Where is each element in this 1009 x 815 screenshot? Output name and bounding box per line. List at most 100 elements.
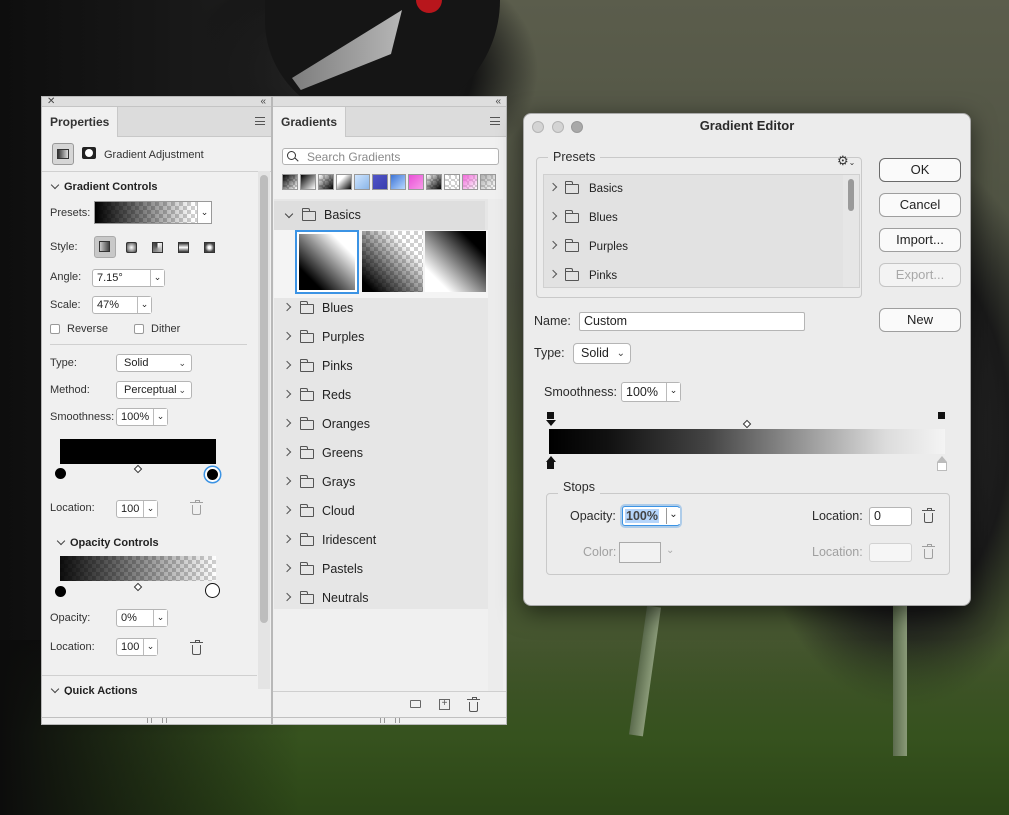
collapse-panel-icon[interactable]: « [260, 97, 266, 107]
group-iridescent[interactable]: Iridescent [274, 526, 485, 555]
properties-scrollbar[interactable] [258, 171, 270, 689]
opacity-stop-right[interactable] [205, 583, 220, 598]
mask-icon[interactable] [80, 143, 100, 165]
color-stop-left[interactable] [547, 462, 554, 469]
recent-gradient-swatch[interactable] [300, 174, 316, 190]
cancel-button[interactable]: Cancel [879, 193, 961, 217]
opacity-gradient-preview[interactable] [60, 556, 216, 581]
color-stop-left[interactable] [55, 468, 66, 479]
recent-gradient-swatch[interactable] [336, 174, 352, 190]
midpoint-diamond[interactable] [742, 419, 752, 429]
gradient-foreground-to-transparent[interactable] [362, 231, 423, 292]
recent-gradient-swatch[interactable] [462, 174, 478, 190]
preset-folder-pinks[interactable]: Pinks [548, 262, 830, 287]
group-reds[interactable]: Reds [274, 381, 485, 410]
presets-scrollbar[interactable] [843, 175, 859, 287]
recent-gradient-swatch[interactable] [426, 174, 442, 190]
group-pastels[interactable]: Pastels [274, 555, 485, 584]
resize-grip[interactable] [380, 718, 400, 723]
tab-properties[interactable]: Properties [42, 107, 119, 137]
type-select[interactable]: Solid ⌄ [116, 354, 192, 372]
collapse-panel-icon[interactable]: « [495, 97, 501, 107]
method-select[interactable]: Perceptual ⌄ [116, 381, 192, 399]
group-neutrals[interactable]: Neutrals [274, 584, 485, 613]
chevron-down-icon[interactable]: ⌄ [666, 545, 674, 556]
presets-dropdown-chevron[interactable]: ⌄ [197, 202, 211, 223]
radial-style-button[interactable] [121, 237, 141, 257]
new-button[interactable]: New [879, 308, 961, 332]
recent-gradient-swatch[interactable] [444, 174, 460, 190]
stop-color-location-field[interactable] [869, 543, 912, 562]
close-panel-icon[interactable]: ✕ [47, 97, 55, 107]
linear-style-button[interactable] [94, 236, 116, 258]
scale-dropdown-chevron[interactable]: ⌄ [137, 297, 151, 313]
opacity-stop-left[interactable] [55, 586, 66, 597]
preset-folder-blues[interactable]: Blues [548, 204, 830, 232]
panel-menu-icon[interactable] [255, 117, 265, 125]
recent-gradient-swatch[interactable] [372, 174, 388, 190]
import-button[interactable]: Import... [879, 228, 961, 252]
smoothness-dropdown-chevron[interactable]: ⌄ [666, 383, 680, 401]
recent-gradient-swatch[interactable] [282, 174, 298, 190]
midpoint-diamond[interactable] [133, 464, 143, 474]
group-greens[interactable]: Greens [274, 439, 485, 468]
reflected-style-button[interactable] [173, 237, 193, 257]
opacity-midpoint-diamond[interactable] [133, 582, 143, 592]
gradients-scrollbar[interactable] [488, 199, 503, 691]
quick-actions-header[interactable]: Quick Actions [50, 685, 138, 695]
group-blues[interactable]: Blues [274, 294, 485, 323]
opacity-stop-right[interactable] [938, 412, 945, 419]
reverse-checkbox[interactable] [50, 324, 60, 334]
delete-opacity-stop-icon[interactable] [922, 508, 935, 523]
group-oranges[interactable]: Oranges [274, 410, 485, 439]
delete-color-stop-icon[interactable] [922, 544, 935, 559]
new-group-folder-icon[interactable] [410, 700, 421, 708]
delete-gradient-icon[interactable] [467, 697, 480, 712]
opacity-stop-left-selected[interactable] [547, 412, 554, 419]
preset-folder-purples[interactable]: Purples [548, 233, 830, 261]
angle-style-button[interactable] [147, 237, 167, 257]
delete-color-stop-icon[interactable] [190, 500, 203, 515]
angle-dropdown-chevron[interactable]: ⌄ [150, 270, 164, 286]
type-select[interactable]: Solid ⌄ [573, 343, 631, 364]
recent-gradient-swatch[interactable] [390, 174, 406, 190]
opacity-dropdown-chevron[interactable]: ⌄ [153, 610, 167, 626]
resize-grip[interactable] [147, 718, 167, 723]
export-button[interactable]: Export... [879, 263, 961, 287]
gradient-black-white[interactable] [425, 231, 486, 292]
scrollbar-thumb[interactable] [848, 179, 854, 211]
group-basics[interactable]: Basics [274, 201, 485, 230]
gradient-controls-header[interactable]: Gradient Controls [50, 180, 158, 193]
location-dropdown-chevron[interactable]: ⌄ [143, 501, 157, 517]
smoothness-dropdown-chevron[interactable]: ⌄ [153, 409, 167, 425]
search-gradients-field[interactable]: Search Gradients [282, 148, 499, 165]
new-gradient-icon[interactable]: + [439, 699, 450, 710]
preset-folder-basics[interactable]: Basics [548, 175, 830, 203]
panel-menu-icon[interactable] [490, 117, 500, 125]
stop-color-swatch[interactable] [619, 542, 661, 563]
stop-opacity-dropdown-chevron[interactable]: ⌄ [666, 508, 680, 524]
recent-gradient-swatch[interactable] [354, 174, 370, 190]
color-stop-right[interactable] [937, 462, 947, 471]
group-cloud[interactable]: Cloud [274, 497, 485, 526]
adjustment-layer-icon[interactable] [52, 143, 74, 165]
recent-gradient-swatch[interactable] [480, 174, 496, 190]
settings-gear-icon[interactable]: ⚙⌄ [837, 153, 855, 169]
gradient-foreground-to-background[interactable] [295, 230, 359, 294]
group-purples[interactable]: Purples [274, 323, 485, 352]
gradient-bar[interactable] [549, 429, 945, 454]
gradient-preset-swatch[interactable] [94, 201, 212, 224]
ok-button[interactable]: OK [879, 158, 961, 182]
diamond-style-button[interactable] [199, 237, 219, 257]
scrollbar-thumb[interactable] [260, 175, 268, 623]
stop-opacity-location-field[interactable]: 0 [869, 507, 912, 526]
delete-opacity-stop-icon[interactable] [190, 640, 203, 655]
color-gradient-preview[interactable] [60, 439, 216, 464]
tab-gradients[interactable]: Gradients [273, 107, 347, 137]
recent-gradient-swatch[interactable] [408, 174, 424, 190]
opacity-controls-header[interactable]: Opacity Controls [56, 536, 159, 549]
name-field[interactable]: Custom [579, 312, 805, 331]
group-grays[interactable]: Grays [274, 468, 485, 497]
dither-checkbox[interactable] [134, 324, 144, 334]
recent-gradient-swatch[interactable] [318, 174, 334, 190]
